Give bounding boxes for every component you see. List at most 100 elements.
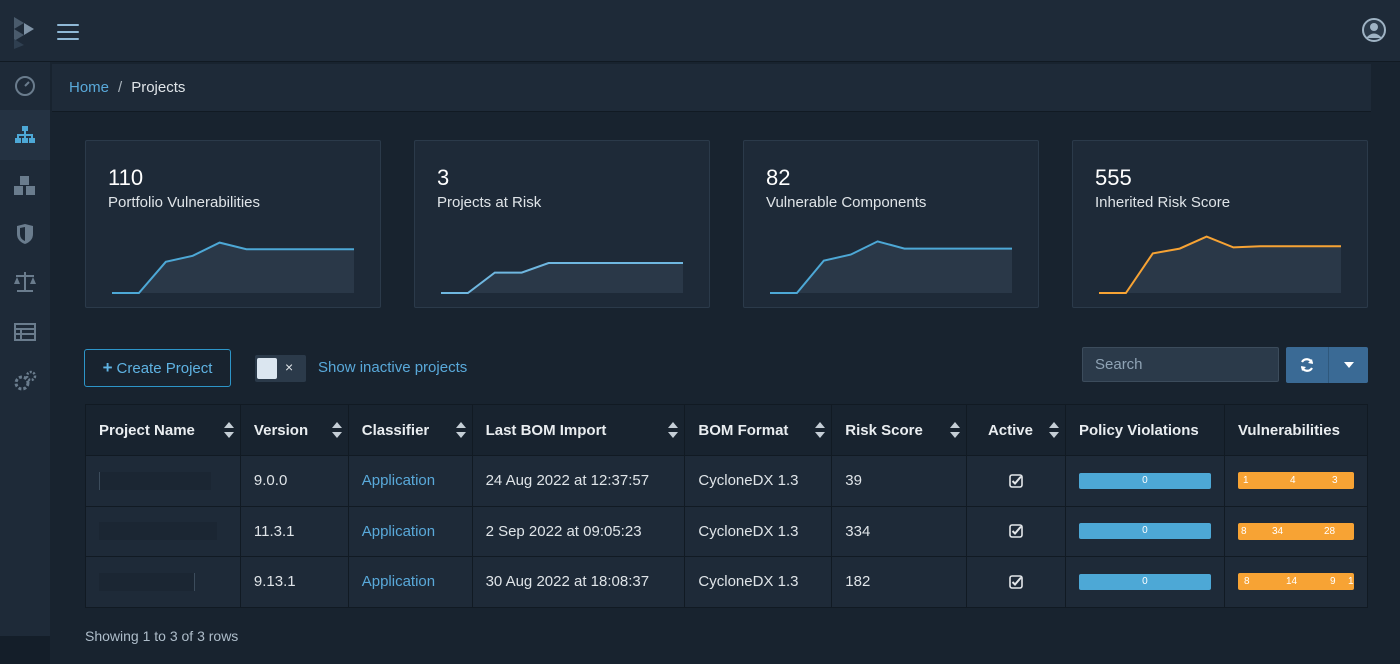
policy-violations-cell: 0: [1064, 556, 1225, 608]
menu-toggle-icon[interactable]: [57, 24, 79, 42]
show-inactive-label[interactable]: Show inactive projects: [318, 359, 467, 376]
vuln-medium-count: 28: [1323, 525, 1336, 537]
active-cell: [966, 505, 1066, 557]
top-header: [0, 0, 1400, 62]
show-inactive-toggle[interactable]: ×: [255, 355, 306, 382]
column-header-policy-violations[interactable]: Policy Violations: [1064, 404, 1225, 456]
projects-icon[interactable]: [0, 110, 50, 160]
sidebar: [0, 62, 50, 636]
button-divider: [1328, 347, 1329, 383]
column-header-active[interactable]: Active: [966, 404, 1066, 456]
vuln-high-count: 4: [1289, 475, 1296, 487]
widget-vulnerable-components: 82 Vulnerable Components: [743, 140, 1039, 308]
table-row[interactable]: 9.13.1 Application 30 Aug 2022 at 18:08:…: [85, 556, 1369, 608]
vuln-medium-count: 3: [1331, 475, 1338, 487]
vuln-medium-count: 9: [1329, 576, 1336, 588]
vulnerabilities-bar: 8 14 9 1: [1237, 573, 1354, 591]
sort-icon: [815, 422, 826, 438]
dashboard-icon[interactable]: [12, 74, 38, 98]
column-header-bom-format[interactable]: BOM Format: [684, 404, 833, 456]
vulnerabilities-cell: 1 4 3: [1223, 455, 1369, 507]
active-cell: [966, 455, 1066, 507]
policy-violations-bar: 0: [1078, 472, 1211, 489]
classifier-cell[interactable]: Application: [347, 505, 473, 557]
policy-table-icon[interactable]: [12, 320, 38, 344]
classifier-cell[interactable]: Application: [347, 455, 473, 507]
widget-value: 3: [437, 165, 450, 190]
widget-inherited-risk-score: 555 Inherited Risk Score: [1072, 140, 1368, 308]
project-name-cell[interactable]: [85, 455, 241, 507]
breadcrumb-current: Projects: [131, 79, 186, 96]
vuln-high-count: 34: [1271, 525, 1284, 537]
toggle-off-icon: ×: [285, 359, 294, 375]
license-scale-icon[interactable]: [12, 270, 38, 294]
settings-gears-icon[interactable]: [12, 369, 38, 393]
version-cell: 9.13.1: [239, 556, 349, 608]
vulnerabilities-cell: 8 14 9 1: [1223, 556, 1369, 608]
checkbox-checked-icon: [1009, 574, 1023, 589]
components-icon[interactable]: [12, 174, 38, 198]
project-name-cell[interactable]: [85, 505, 241, 557]
vuln-high-count: 14: [1285, 576, 1298, 588]
vulnerabilities-shield-icon[interactable]: [12, 222, 38, 246]
table-header-row: Project Name Version Classifier Last BOM…: [85, 404, 1369, 456]
version-cell: 11.3.1: [239, 505, 349, 557]
widget-label: Vulnerable Components: [766, 194, 927, 211]
classifier-cell[interactable]: Application: [347, 556, 473, 608]
widget-label: Projects at Risk: [437, 194, 542, 211]
checkbox-checked-icon: [1009, 473, 1023, 488]
table-row[interactable]: 9.0.0 Application 24 Aug 2022 at 12:37:5…: [85, 455, 1369, 507]
policy-violations-bar: 0: [1078, 573, 1211, 590]
sort-icon: [331, 422, 342, 438]
column-header-last-bom-import[interactable]: Last BOM Import: [471, 404, 686, 456]
widget-label: Portfolio Vulnerabilities: [108, 194, 261, 211]
create-project-button[interactable]: + Create Project: [84, 349, 231, 387]
caret-down-icon[interactable]: [1344, 362, 1354, 368]
last-bom-import-cell: 24 Aug 2022 at 12:37:57: [471, 455, 686, 507]
project-name-cell[interactable]: [85, 556, 241, 608]
sort-icon: [1048, 422, 1059, 438]
column-header-version[interactable]: Version: [239, 404, 349, 456]
last-bom-import-cell: 30 Aug 2022 at 18:08:37: [471, 556, 686, 608]
search-input[interactable]: [1082, 347, 1279, 382]
sort-icon: [223, 422, 234, 438]
widget-value: 555: [1095, 165, 1132, 190]
refresh-icon: [1300, 358, 1314, 372]
checkbox-checked-icon: [1009, 524, 1023, 539]
user-avatar-icon[interactable]: [1362, 18, 1386, 42]
plus-icon: +: [102, 358, 113, 377]
vuln-critical-count: 8: [1240, 525, 1247, 537]
active-cell: [966, 556, 1066, 608]
refresh-button[interactable]: [1286, 347, 1368, 383]
policy-violations-bar: 0: [1078, 523, 1211, 540]
sparkline-area: [441, 263, 683, 293]
version-cell: 9.0.0: [239, 455, 349, 507]
table-row[interactable]: 11.3.1 Application 2 Sep 2022 at 09:05:2…: [85, 505, 1369, 557]
column-header-classifier[interactable]: Classifier: [347, 404, 473, 456]
vulnerabilities-cell: 8 34 28: [1223, 505, 1369, 557]
sparkline-area: [1099, 236, 1341, 293]
policy-violations-cell: 0: [1064, 455, 1225, 507]
dependency-track-logo[interactable]: [14, 17, 36, 49]
widget-sparkline: [1099, 235, 1341, 294]
widget-sparkline: [770, 240, 1012, 294]
risk-score-cell: 182: [831, 556, 968, 608]
vulnerabilities-bar: 1 4 3: [1237, 472, 1354, 490]
column-header-vulnerabilities[interactable]: Vulnerabilities: [1223, 404, 1369, 456]
breadcrumb-home-link[interactable]: Home: [69, 79, 109, 96]
column-header-project-name[interactable]: Project Name: [85, 404, 241, 456]
sort-icon: [455, 422, 466, 438]
widget-projects-at-risk: 3 Projects at Risk: [414, 140, 710, 308]
widget-value: 82: [766, 165, 791, 190]
policy-violations-cell: 0: [1064, 505, 1225, 557]
toggle-knob: [257, 358, 277, 379]
column-header-risk-score[interactable]: Risk Score: [831, 404, 968, 456]
widget-portfolio-vulnerabilities: 110 Portfolio Vulnerabilities: [85, 140, 381, 308]
breadcrumb: Home / Projects: [52, 64, 1371, 112]
bom-format-cell: CycloneDX 1.3: [684, 505, 833, 557]
risk-score-cell: 334: [831, 505, 968, 557]
pagination-info: Showing 1 to 3 of 3 rows: [85, 628, 239, 644]
breadcrumb-separator: /: [118, 79, 123, 96]
create-project-label: Create Project: [116, 359, 213, 377]
sidebar-footer: [0, 636, 50, 664]
